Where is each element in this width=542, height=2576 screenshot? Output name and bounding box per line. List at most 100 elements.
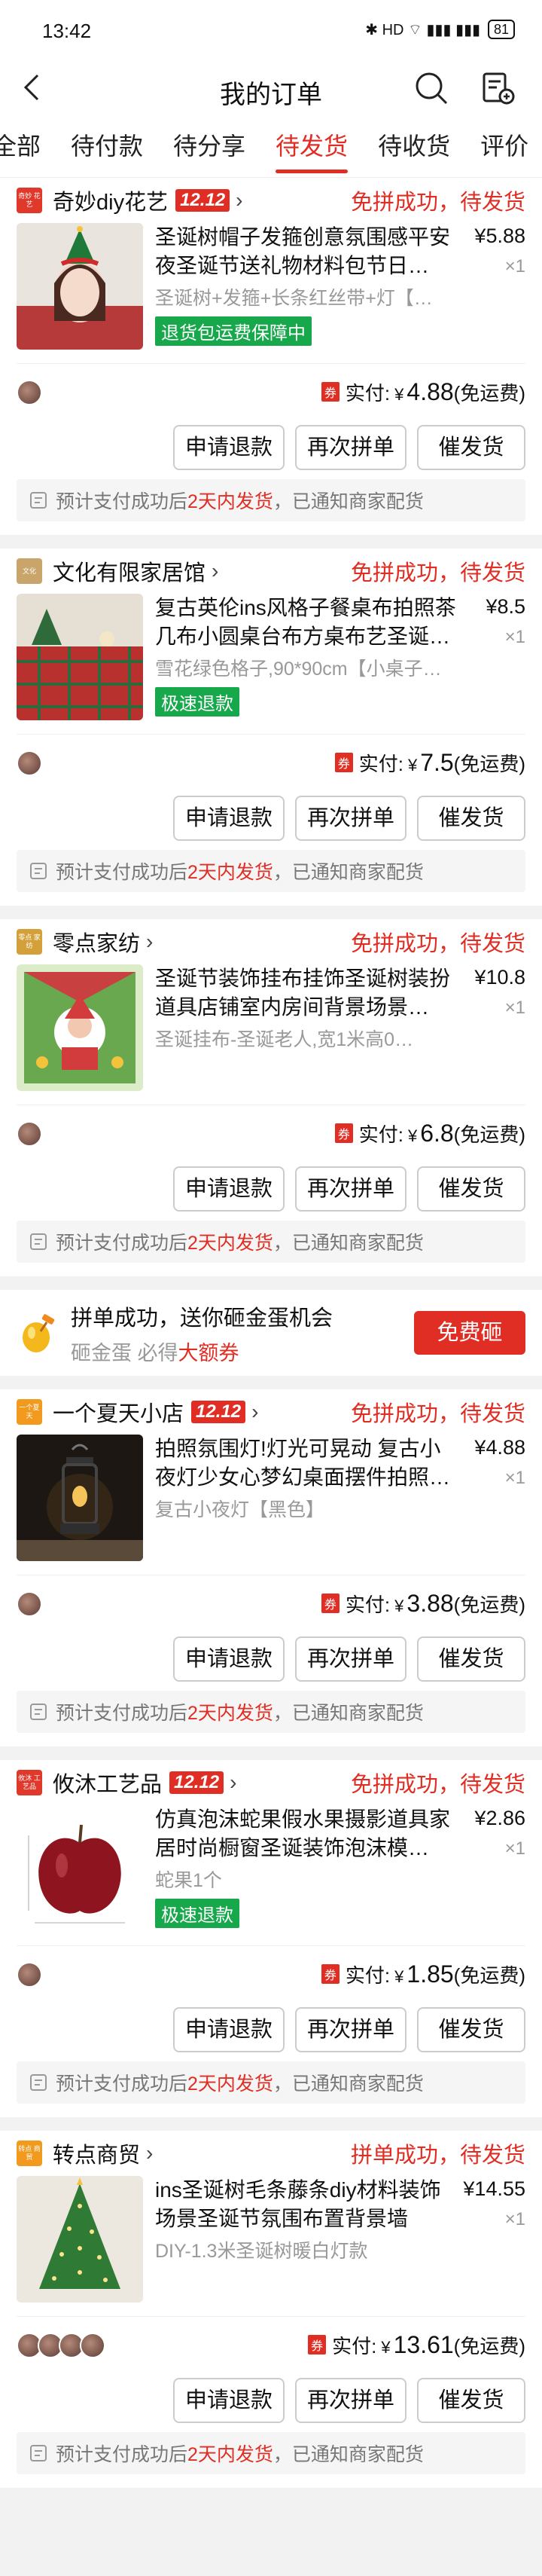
group-avatars (17, 379, 42, 405)
group-avatars (17, 2332, 105, 2358)
chevron-right-icon[interactable]: › (251, 1400, 258, 1424)
banner-subtitle-highlight: 大额券 (178, 1341, 239, 1364)
regroup-button[interactable]: 再次拼单 (295, 2007, 406, 2052)
group-avatars (17, 1120, 42, 1147)
banner-text: 拼单成功，送你砸金蛋机会 砸金蛋 必得大额券 (71, 1300, 333, 1366)
product-spec: 复古小夜灯【黑色】 (155, 1499, 325, 1520)
payment-row: 券实付: ¥1.85 (免运费) (17, 1945, 525, 2003)
service-tag: 退货包运费保障中 (155, 316, 312, 346)
status-time: 13:42 (42, 20, 92, 42)
status-icons: ✱ HD ⌔ ▮▮▮ ▮▮▮ 81 (365, 20, 515, 39)
shop-name[interactable]: 一个夏天小店 (53, 1396, 184, 1428)
product-title[interactable]: ins圣诞树毛条藤条diy材料装饰场景圣诞节氛围布置背景墙 (155, 2176, 461, 2233)
remind-ship-button[interactable]: 催发货 (417, 2378, 525, 2423)
tab-4[interactable]: 待收货 (363, 115, 465, 177)
goods-row[interactable]: ins圣诞树毛条藤条diy材料装饰场景圣诞节氛围布置背景墙 DIY-1.3米圣诞树… (17, 2176, 525, 2303)
product-title[interactable]: 圣诞节装饰挂布挂饰圣诞树装扮道具店铺室内房间背景场景… (155, 964, 461, 1022)
coupon-icon: 券 (321, 1594, 340, 1613)
regroup-button[interactable]: 再次拼单 (295, 1636, 406, 1682)
payment-row: 券实付: ¥4.88 (免运费) (17, 363, 525, 420)
shipping-note: (免运费) (453, 2335, 525, 2358)
order-card-header: 转点 商贸 转点商贸 › 拼单成功，待发货 (17, 2131, 525, 2176)
golden-egg-banner[interactable]: 拼单成功，送你砸金蛋机会 砸金蛋 必得大额券 免费砸 (0, 1290, 542, 1376)
currency-symbol: ¥ (394, 1967, 404, 1986)
tab-1[interactable]: 待付款 (56, 115, 158, 177)
regroup-button[interactable]: 再次拼单 (295, 425, 406, 470)
paid-label: 实付: (345, 1964, 391, 1987)
order-tabs: 全部待付款待分享待发货待收货评价 (0, 115, 542, 178)
chevron-right-icon[interactable]: › (230, 1771, 236, 1795)
refund-button[interactable]: 申请退款 (173, 2378, 285, 2423)
shop-name[interactable]: 转点商贸 (53, 2137, 140, 2169)
payment-row: 券实付: ¥3.88 (免运费) (17, 1575, 525, 1632)
paid-label: 实付: (332, 2335, 377, 2358)
refund-button[interactable]: 申请退款 (173, 425, 285, 470)
remind-ship-button[interactable]: 催发货 (417, 425, 525, 470)
tab-2[interactable]: 待分享 (158, 115, 260, 177)
remind-ship-button[interactable]: 催发货 (417, 1636, 525, 1682)
tab-3[interactable]: 待发货 (260, 115, 363, 177)
free-smash-button[interactable]: 免费砸 (414, 1311, 525, 1355)
product-image[interactable] (17, 1435, 143, 1561)
chevron-right-icon[interactable]: › (146, 2141, 153, 2165)
payment-row: 券实付: ¥7.5 (免运费) (17, 734, 525, 791)
order-card-header: 零点 家纺 零点家纺 › 免拼成功，待发货 (17, 919, 525, 964)
refund-button[interactable]: 申请退款 (173, 2007, 285, 2052)
product-spec: 圣诞树+发箍+长条红丝带+灯【… (155, 288, 433, 309)
goods-row[interactable]: 圣诞树帽子发箍创意氛围感平安夜圣诞节送礼物材料包节日… 圣诞树+发箍+长条红丝带+… (17, 223, 525, 350)
goods-row[interactable]: 复古英伦ins风格子餐桌布拍照茶几布小圆桌台布方桌布艺圣诞… 雪花绿色格子,90*… (17, 594, 525, 720)
product-price: ¥14.55 (463, 2177, 525, 2200)
notice-suffix: ，已通知商家配货 (273, 1233, 424, 1254)
product-title[interactable]: 圣诞树帽子发箍创意氛围感平安夜圣诞节送礼物材料包节日… (155, 223, 461, 280)
notice-suffix: ，已通知商家配货 (273, 1703, 424, 1724)
order-status: 免拼成功，待发货 (350, 561, 525, 585)
goods-row[interactable]: 仿真泡沫蛇果假水果摄影道具家居时尚橱窗圣诞装饰泡沫模… 蛇果1个 极速退款 ¥2.86… (17, 1805, 525, 1932)
shipping-note: (免运费) (453, 1123, 525, 1146)
search-icon[interactable] (414, 71, 449, 105)
tab-5[interactable]: 评价 (465, 115, 542, 177)
shop-name[interactable]: 攸沐工艺品 (53, 1767, 162, 1798)
order-list-icon[interactable] (480, 71, 515, 105)
refund-button[interactable]: 申请退款 (173, 1166, 285, 1212)
service-tag: 极速退款 (155, 1899, 239, 1928)
regroup-button[interactable]: 再次拼单 (295, 796, 406, 841)
product-image[interactable] (17, 2176, 143, 2303)
regroup-button[interactable]: 再次拼单 (295, 1166, 406, 1212)
paid-value: 3.88 (406, 1590, 454, 1617)
product-title[interactable]: 复古英伦ins风格子餐桌布拍照茶几布小圆桌台布方桌布艺圣诞… (155, 594, 461, 651)
goods-row[interactable]: 圣诞节装饰挂布挂饰圣诞树装扮道具店铺室内房间背景场景… 圣诞挂布-圣诞老人,宽1米… (17, 964, 525, 1091)
goods-row[interactable]: 拍照氛围灯!灯光可晃动 复古小夜灯少女心梦幻桌面摆件拍照… 复古小夜灯【黑色】 ¥4… (17, 1435, 525, 1561)
notice-icon (30, 863, 47, 879)
action-buttons: 申请退款 再次拼单 催发货 (17, 1162, 525, 1221)
remind-ship-button[interactable]: 催发货 (417, 2007, 525, 2052)
product-image[interactable] (17, 964, 143, 1091)
product-title[interactable]: 仿真泡沫蛇果假水果摄影道具家居时尚橱窗圣诞装饰泡沫模… (155, 1805, 461, 1862)
refund-button[interactable]: 申请退款 (173, 1636, 285, 1682)
product-image[interactable] (17, 594, 143, 720)
shipping-notice: 预计支付成功后 2天内发货 ，已通知商家配货 (17, 2061, 525, 2104)
banner-title: 拼单成功，送你砸金蛋机会 (71, 1306, 333, 1331)
chevron-right-icon[interactable]: › (236, 188, 242, 212)
order-card: 攸沐 工艺品 攸沐工艺品 12.12 › 免拼成功，待发货 仿真泡沫蛇果假水果摄影道具家居… (0, 1760, 542, 2117)
tab-0[interactable]: 全部 (0, 115, 56, 177)
shop-name[interactable]: 文化有限家居馆 (53, 555, 206, 587)
product-image[interactable] (17, 1805, 143, 1932)
order-card: 奇妙 花艺 奇妙diy花艺 12.12 › 免拼成功，待发货 圣诞树帽子发箍创意氛围感平安… (0, 178, 542, 535)
product-title[interactable]: 拍照氛围灯!灯光可晃动 复古小夜灯少女心梦幻桌面摆件拍照… (155, 1435, 461, 1492)
refund-button[interactable]: 申请退款 (173, 796, 285, 841)
remind-ship-button[interactable]: 催发货 (417, 1166, 525, 1212)
product-image[interactable] (17, 223, 143, 350)
regroup-button[interactable]: 再次拼单 (295, 2378, 406, 2423)
action-buttons: 申请退款 再次拼单 催发货 (17, 2003, 525, 2061)
currency-symbol: ¥ (381, 2338, 391, 2357)
remind-ship-button[interactable]: 催发货 (417, 796, 525, 841)
order-status: 免拼成功，待发货 (350, 1773, 525, 1797)
paid-amount: 券实付: ¥4.88 (免运费) (321, 378, 525, 406)
chevron-right-icon[interactable]: › (212, 559, 218, 583)
golden-egg-icon (23, 1314, 55, 1352)
product-quantity: ×1 (504, 1468, 525, 1488)
shop-name[interactable]: 奇妙diy花艺 (53, 185, 168, 216)
shop-name[interactable]: 零点家纺 (53, 926, 140, 958)
chevron-right-icon[interactable]: › (146, 930, 153, 954)
payment-row: 券实付: ¥6.8 (免运费) (17, 1105, 525, 1162)
